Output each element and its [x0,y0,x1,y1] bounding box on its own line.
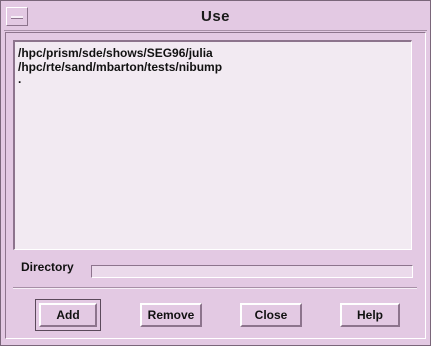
add-button[interactable]: Add [39,303,97,327]
window-menu-icon [11,16,23,19]
close-button[interactable]: Close [240,303,302,327]
window-menu-button[interactable] [6,7,28,26]
list-item[interactable]: . [18,73,411,85]
use-dialog: Use /hpc/prism/sde/shows/SEG96/julia /hp… [0,0,431,346]
directory-label: Directory [21,260,74,274]
remove-button[interactable]: Remove [140,303,202,327]
separator [13,287,417,289]
list-item[interactable]: /hpc/prism/sde/shows/SEG96/julia [18,46,411,60]
help-button[interactable]: Help [340,303,400,327]
list-item[interactable]: /hpc/rte/sand/mbarton/tests/nibump [18,60,411,74]
directory-field[interactable] [91,265,413,278]
title-bar[interactable]: Use [4,4,427,31]
path-list[interactable]: /hpc/prism/sde/shows/SEG96/julia /hpc/rt… [13,40,412,250]
window-title: Use [200,8,231,25]
